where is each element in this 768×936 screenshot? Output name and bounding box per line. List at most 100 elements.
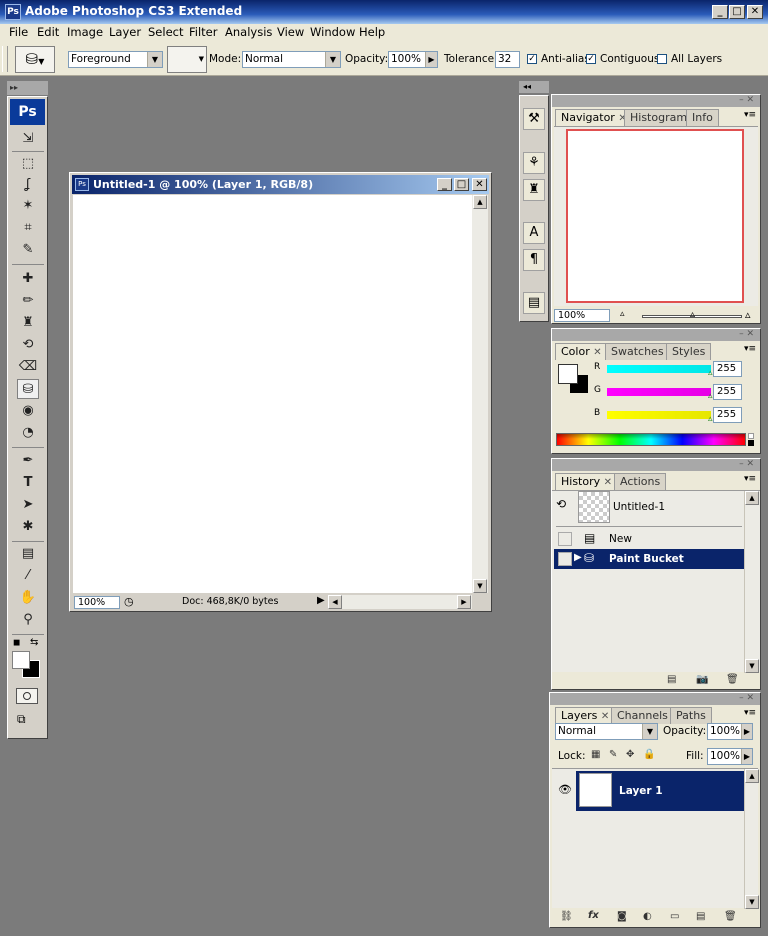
menu-help[interactable]: Help (359, 25, 385, 39)
zoom-in-icon[interactable]: ▵ (745, 308, 751, 321)
panel-menu-icon[interactable]: ▾≡ (744, 474, 756, 484)
scroll-up-icon[interactable]: ▲ (745, 769, 759, 783)
tab-actions[interactable]: Actions (614, 473, 667, 490)
tab-paths[interactable]: Paths (670, 707, 712, 724)
blue-channel-slider[interactable] (607, 411, 711, 419)
blur-tool-icon[interactable]: ◉ (17, 401, 39, 421)
history-scrollbar[interactable]: ▲ ▼ (744, 491, 759, 673)
quick-mask-icon[interactable] (16, 688, 38, 704)
layer-style-icon[interactable]: fx (588, 910, 599, 921)
menu-layer[interactable]: Layer (109, 25, 141, 39)
menu-image[interactable]: Image (67, 25, 103, 39)
slice-tool-icon[interactable]: ✎ (17, 240, 39, 260)
panel-menu-icon[interactable]: ▾≡ (744, 110, 756, 120)
scroll-right-icon[interactable]: ▶ (457, 595, 471, 609)
status-info-icon[interactable]: ◷ (124, 595, 134, 608)
lasso-tool-icon[interactable]: ʆ (17, 175, 39, 195)
color-spectrum-ramp[interactable] (556, 433, 746, 446)
type-tool-icon[interactable]: T (17, 473, 39, 493)
green-channel-input[interactable]: 255 (713, 384, 742, 400)
lock-transparency-icon[interactable]: ▦ (591, 749, 600, 760)
document-canvas[interactable] (73, 195, 472, 593)
menu-analysis[interactable]: Analysis (225, 25, 272, 39)
zoom-field[interactable]: 100% (74, 596, 120, 609)
photoshop-logo-icon[interactable]: Ps (10, 99, 45, 125)
close-button[interactable]: ✕ (747, 5, 763, 19)
zoom-tool-icon[interactable]: ⚲ (17, 610, 39, 630)
layer-opacity-input[interactable]: 100% ▶ (707, 723, 753, 740)
trash-icon[interactable]: 🗑 (724, 911, 737, 922)
tab-navigator[interactable]: Navigator ✕ (555, 109, 633, 126)
chevron-right-icon[interactable]: ▶ (741, 724, 752, 739)
snapshot-thumbnail[interactable] (578, 491, 610, 523)
tool-preset-picker[interactable]: ⛁▼ (15, 46, 55, 73)
screen-mode-icon[interactable]: ⧉ (17, 712, 26, 727)
close-icon[interactable]: ✕ (604, 477, 612, 488)
chevron-right-icon[interactable]: ▶ (741, 749, 752, 764)
tab-color[interactable]: Color ✕ (555, 343, 608, 360)
tab-styles[interactable]: Styles (666, 343, 712, 360)
lock-position-icon[interactable]: ✥ (626, 749, 634, 760)
close-icon[interactable]: ✕ (593, 347, 601, 358)
minimize-button[interactable]: _ (712, 5, 728, 19)
swap-colors-icon[interactable]: ⇆ (30, 637, 38, 648)
tolerance-input[interactable]: 32 (495, 51, 520, 68)
fill-input[interactable]: 100% ▶ (707, 748, 753, 765)
document-close-button[interactable]: ✕ (472, 178, 487, 191)
scroll-down-icon[interactable]: ▼ (745, 895, 759, 909)
scroll-left-icon[interactable]: ◀ (328, 595, 342, 609)
black-swatch[interactable] (748, 440, 754, 446)
hand-tool-icon[interactable]: ✋ (17, 588, 39, 608)
history-source-box[interactable] (558, 552, 572, 566)
tab-swatches[interactable]: Swatches (605, 343, 670, 360)
contiguous-checkbox[interactable]: ✓ (586, 54, 596, 64)
minimize-icon[interactable]: – ✕ (739, 95, 754, 105)
document-maximize-button[interactable]: □ (454, 178, 469, 191)
layer-row[interactable]: Layer 1 (576, 771, 744, 811)
minimize-icon[interactable]: – ✕ (739, 693, 754, 703)
red-channel-thumb[interactable]: ▵ (708, 368, 713, 378)
panel-menu-icon[interactable]: ▾≡ (744, 344, 756, 354)
panel-header[interactable]: – ✕ (550, 693, 760, 705)
tab-layers[interactable]: Layers ✕ (555, 707, 616, 724)
layer-mask-icon[interactable]: ◙ (617, 911, 627, 922)
character-icon[interactable]: A (523, 222, 545, 244)
notes-tool-icon[interactable]: ▤ (17, 544, 39, 564)
antialias-checkbox[interactable]: ✓ (527, 54, 537, 64)
mode-select[interactable]: Normal ▼ (242, 51, 341, 68)
all-layers-checkbox[interactable] (657, 54, 667, 64)
green-channel-slider[interactable] (607, 388, 711, 396)
panel-header[interactable]: – ✕ (552, 459, 760, 471)
paint-bucket-tool-icon[interactable]: ⛁ (17, 379, 39, 399)
tab-info[interactable]: Info (686, 109, 719, 126)
link-layers-icon[interactable]: ⛓ (560, 911, 573, 922)
crop-tool-icon[interactable]: ⌗ (17, 218, 39, 238)
document-minimize-button[interactable]: _ (437, 178, 452, 191)
paragraph-icon[interactable]: ¶ (523, 249, 545, 271)
eraser-tool-icon[interactable]: ⌫ (17, 357, 39, 377)
minimize-icon[interactable]: – ✕ (739, 329, 754, 339)
history-item-new[interactable]: ▤ New (554, 529, 744, 549)
status-menu-arrow-icon[interactable]: ▶ (317, 595, 325, 606)
opacity-input[interactable]: 100% ▶ (388, 51, 438, 68)
navigator-zoom-field[interactable]: 100% (554, 309, 610, 322)
trash-icon[interactable]: 🗑 (726, 674, 739, 685)
scroll-up-icon[interactable]: ▲ (745, 491, 759, 505)
tab-history[interactable]: History ✕ (555, 473, 619, 490)
chevron-right-icon[interactable]: ▶ (425, 52, 437, 67)
layer-comps-icon[interactable]: ▤ (523, 292, 545, 314)
scroll-down-icon[interactable]: ▼ (473, 579, 487, 593)
clone-source-icon[interactable]: ♜ (523, 179, 545, 201)
menu-edit[interactable]: Edit (37, 25, 59, 39)
dodge-tool-icon[interactable]: ◔ (17, 423, 39, 443)
history-brush-source-icon[interactable]: ⟲ (556, 497, 566, 511)
menu-select[interactable]: Select (148, 25, 183, 39)
lock-image-icon[interactable]: ✎ (609, 749, 617, 760)
toolbox-header[interactable]: ▸▸ (7, 81, 48, 95)
custom-shape-tool-icon[interactable]: ✱ (17, 517, 39, 537)
tab-channels[interactable]: Channels (611, 707, 674, 724)
vertical-scrollbar[interactable]: ▲ ▼ (472, 195, 488, 593)
menu-window[interactable]: Window (310, 25, 355, 39)
red-channel-input[interactable]: 255 (713, 361, 742, 377)
options-grip[interactable] (2, 46, 8, 72)
